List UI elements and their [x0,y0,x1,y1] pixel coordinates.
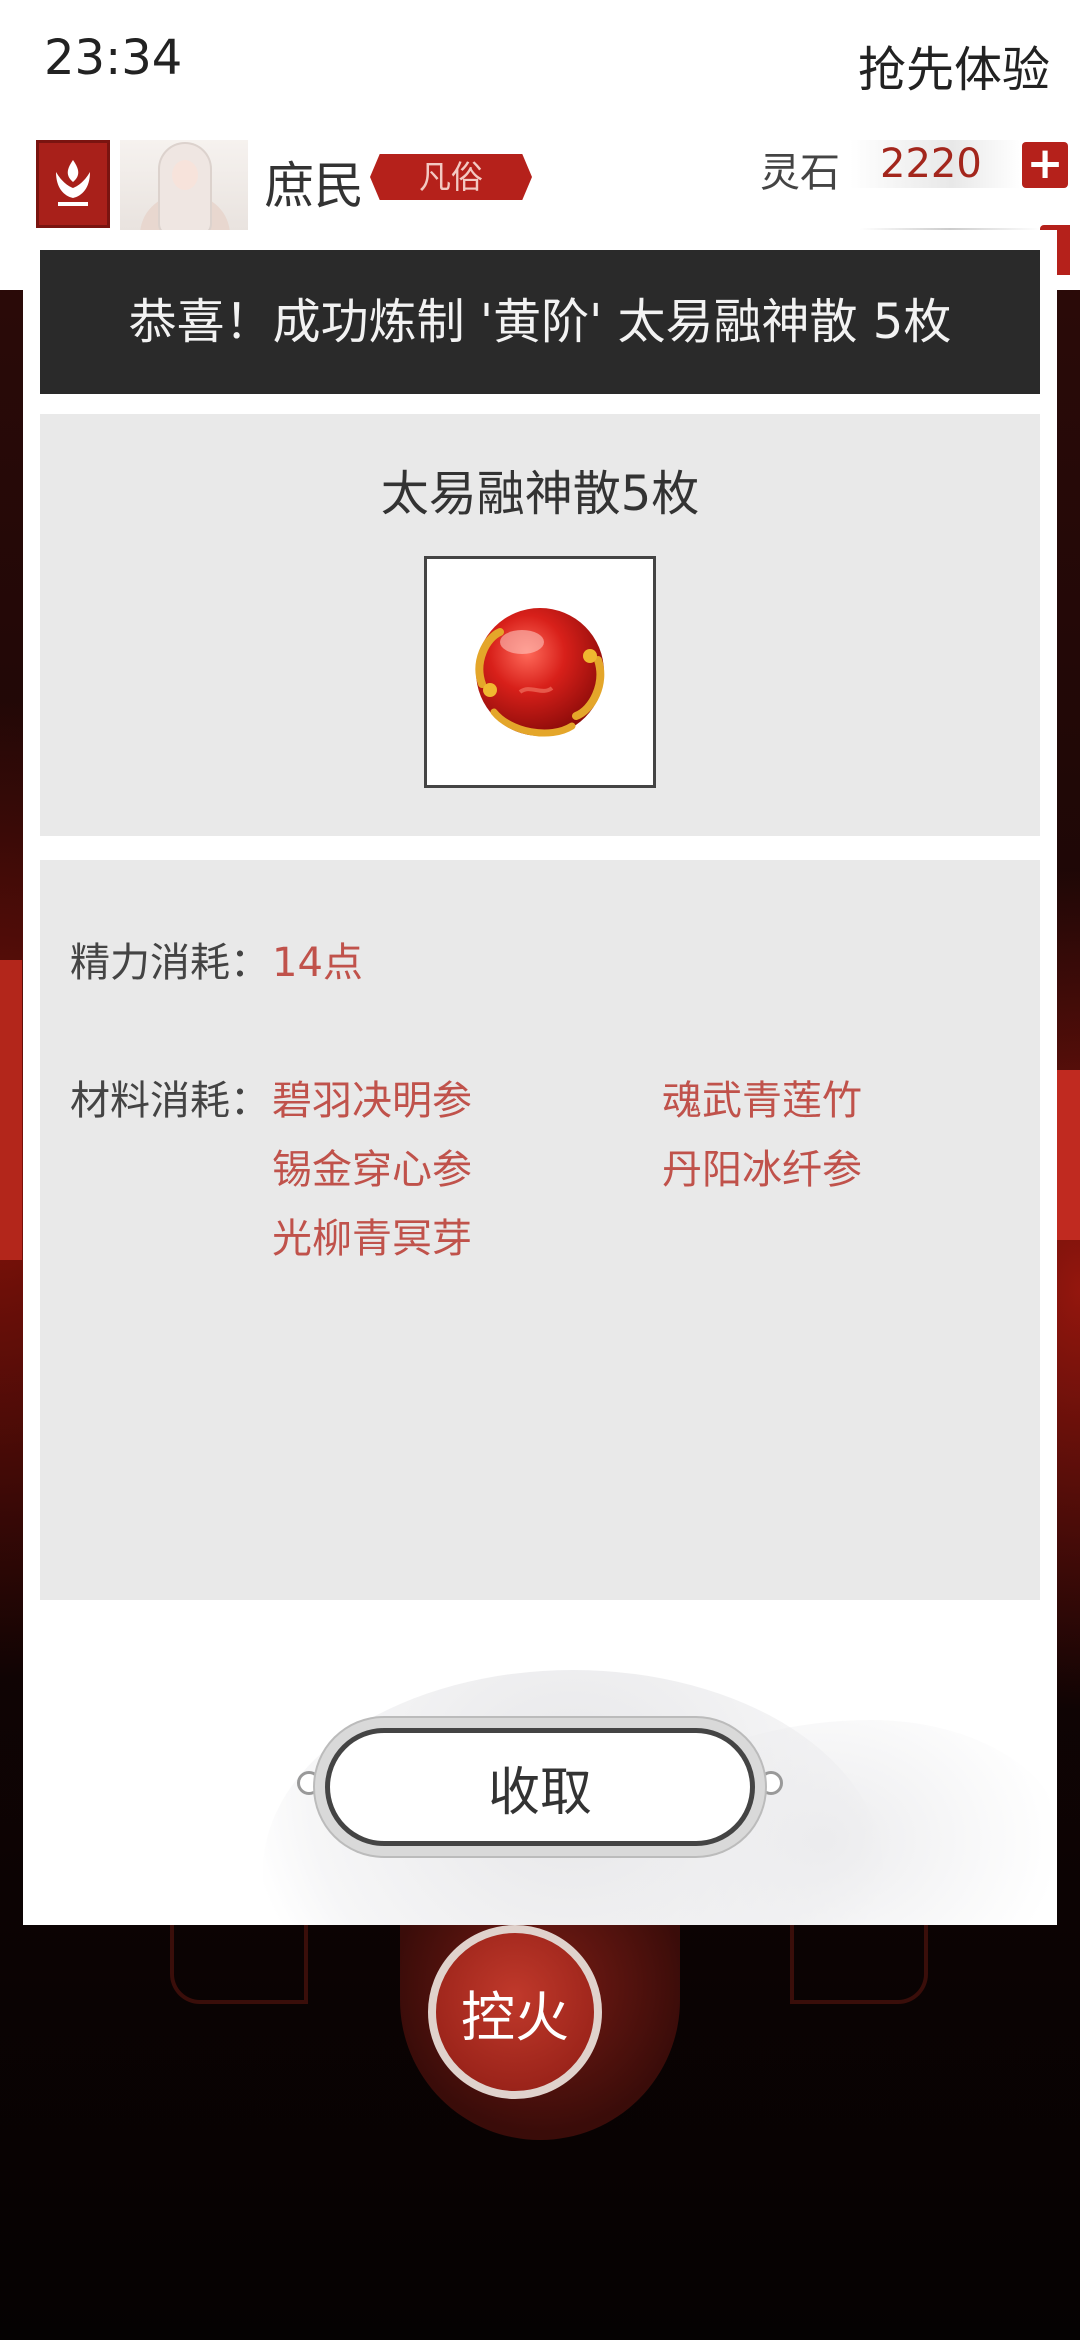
player-rank-name: 庶民 [264,157,364,215]
crafting-result-dialog: 恭喜！成功炼制 '黄阶' 太易融神散 5枚 太易融神散5枚 精力消耗： 14点 … [23,230,1057,1925]
material-item: 锡金穿心参 [272,1147,472,1193]
button-ornament-right [759,1771,783,1795]
result-panel: 太易融神散5枚 [40,414,1040,836]
energy-cost-value: 14点 [272,940,363,986]
spirit-stone-value: 2220 [850,140,1020,188]
dialog-title: 恭喜！成功炼制 '黄阶' 太易融神散 5枚 [40,250,1040,394]
result-item-name: 太易融神散5枚 [380,466,700,522]
material-item: 丹阳冰纤参 [662,1147,862,1193]
rank-badge: 凡俗 [370,154,532,200]
button-ornament-left [297,1771,321,1795]
red-pill-orb-icon [475,608,605,737]
add-spirit-stone-button[interactable]: + [1022,142,1068,188]
material-item: 魂武青莲竹 [662,1078,862,1124]
status-time: 23:34 [44,30,183,86]
early-access-label: 抢先体验 [857,42,1050,98]
side-decoration-left [0,960,22,1260]
spirit-stone-label: 灵石 [760,150,840,196]
energy-cost-label: 精力消耗： [70,940,270,986]
material-cost-label: 材料消耗： [70,1078,270,1124]
result-item-slot[interactable] [424,556,656,788]
cost-panel: 精力消耗： 14点 材料消耗： 碧羽决明参 魂武青莲竹 锡金穿心参 丹阳冰纤参 … [40,860,1040,1600]
sect-emblem-icon[interactable] [36,140,110,228]
side-decoration-right [1056,1070,1080,1240]
material-item: 碧羽决明参 [272,1078,472,1124]
collect-button[interactable]: 收取 [325,1728,755,1846]
material-item: 光柳青冥芽 [272,1216,472,1262]
avatar[interactable] [120,140,248,230]
fire-control-button[interactable]: 控火 [428,1925,602,2099]
